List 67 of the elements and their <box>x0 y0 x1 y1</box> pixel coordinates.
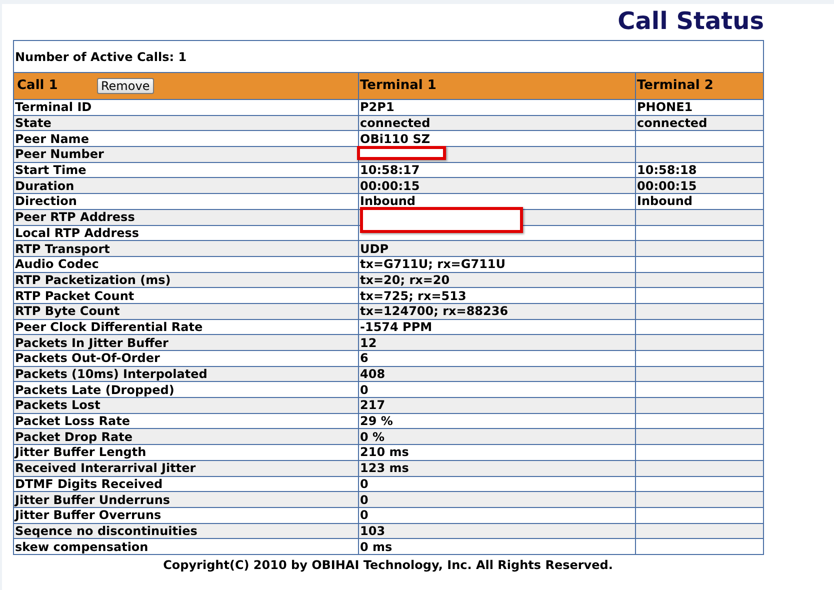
table-cell: connected <box>637 116 708 130</box>
row-label: DTMF Digits Received <box>15 476 163 491</box>
table-cell: 210 ms <box>360 445 409 460</box>
row-label: RTP Transport <box>15 242 110 256</box>
row-label: RTP Packetization (ms) <box>15 272 171 287</box>
row-label: RTP Packet Count <box>15 288 134 303</box>
table-cell: 103 <box>360 524 386 538</box>
table-cell: 0 ms <box>360 540 392 554</box>
table-cell: 0 % <box>360 430 385 444</box>
table-cell: 123 ms <box>360 461 409 476</box>
table-cell: 10:58:17 <box>360 163 420 178</box>
table-cell: 0 <box>360 492 368 507</box>
row-label: Peer Number <box>15 147 104 162</box>
row-label: Packet Loss Rate <box>15 414 130 428</box>
row-label: Audio Codec <box>15 257 99 272</box>
table-cell: -1574 PPM <box>360 320 432 334</box>
row-label: RTP Byte Count <box>15 304 120 318</box>
row-label: Peer Name <box>15 132 89 146</box>
call-label: Call 1 <box>17 77 59 96</box>
table-cell: tx=G711U; rx=G711U <box>360 257 506 272</box>
table-cell: Inbound <box>637 194 693 208</box>
table-cell: 29 % <box>360 414 393 428</box>
table-cell: 00:00:15 <box>637 178 697 193</box>
row-label: Jitter Buffer Length <box>15 445 146 460</box>
table-cell: connected <box>360 116 430 130</box>
table-cell: PHONE1 <box>637 100 693 114</box>
row-label: Peer Clock Differential Rate <box>15 320 203 334</box>
row-label: Packets In Jitter Buffer <box>15 336 168 350</box>
table-cell: 217 <box>360 398 386 412</box>
active-calls-count: Number of Active Calls: 1 <box>15 50 187 64</box>
table-cell: 10:58:18 <box>637 163 697 178</box>
row-label: Jitter Buffer Overruns <box>15 508 162 522</box>
table-cell: 00:00:15 <box>360 178 420 193</box>
row-label: Local RTP Address <box>15 226 140 240</box>
table-cell: OBi110 SZ <box>360 132 430 146</box>
table-cell: 0 <box>360 382 368 397</box>
page-title: Call Status <box>618 6 764 37</box>
column-header: Terminal 1 <box>360 78 436 94</box>
table-cell: 6 <box>360 351 368 366</box>
row-label: Packets (10ms) Interpolated <box>15 367 208 382</box>
table-cell: Inbound <box>360 194 416 208</box>
row-label: Direction <box>15 194 77 208</box>
table-cell: UDP <box>360 242 388 256</box>
row-label: Packets Late (Dropped) <box>15 382 174 397</box>
row-label: Packets Out-Of-Order <box>15 351 160 366</box>
row-label: Peer RTP Address <box>15 210 135 224</box>
table-cell: tx=725; rx=513 <box>360 288 466 303</box>
table-cell: P2P1 <box>360 100 394 114</box>
row-label: Duration <box>15 178 74 193</box>
row-label: Packet Drop Rate <box>15 430 132 444</box>
row-label: Packets Lost <box>15 398 100 412</box>
table-cell: tx=20; rx=20 <box>360 272 450 287</box>
row-label: Jitter Buffer Underruns <box>15 492 170 507</box>
row-label: Terminal ID <box>15 100 92 114</box>
column-header: Terminal 2 <box>637 78 714 94</box>
row-label: State <box>15 116 52 130</box>
copyright-text: Copyright(C) 2010 by OBIHAI Technology, Inc. All Rights Reserved. <box>163 556 613 574</box>
table-cell: tx=124700; rx=88236 <box>360 304 508 318</box>
table-cell: 0 <box>360 476 368 491</box>
row-label: skew compensation <box>15 540 148 554</box>
row-label: Received Interarrival Jitter <box>15 461 196 476</box>
table-cell: 0 <box>360 508 368 522</box>
remove-button[interactable]: Remove <box>97 78 154 94</box>
row-label: Start Time <box>15 163 86 178</box>
table-cell: 12 <box>360 336 377 350</box>
row-label: Seqence no discontinuities <box>15 524 198 538</box>
table-cell: 408 <box>360 367 386 382</box>
